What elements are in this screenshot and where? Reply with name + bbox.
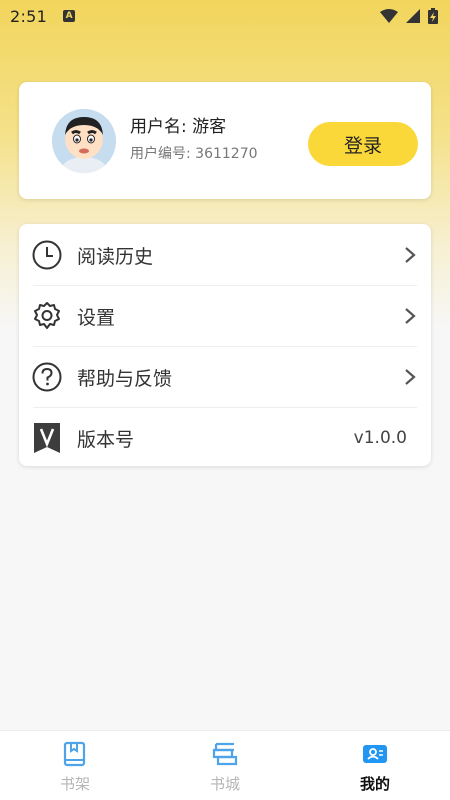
battery-charging-icon [428,8,438,24]
chevron-right-icon [405,247,416,263]
menu-item-reading-history[interactable]: 阅读历史 [19,225,431,285]
chevron-right-icon [405,308,416,324]
nav-label: 书城 [209,775,240,793]
menu-item-help-feedback[interactable]: 帮助与反馈 [19,347,431,407]
version-v-icon [34,423,60,453]
wifi-icon [380,9,398,23]
bottom-nav: 书架 书城 我的 [0,730,450,800]
status-time: 2:51 [10,6,48,26]
signal-icon [406,9,420,23]
menu-item-label: 版本号 [77,428,135,451]
question-icon [32,362,62,392]
menu-item-label: 帮助与反馈 [77,367,173,390]
login-button[interactable]: 登录 [308,122,418,166]
menu-item-label: 阅读历史 [77,245,154,268]
nav-item-bookshelf[interactable]: 书架 [0,731,150,800]
menu-item-label: 设置 [77,306,116,329]
profile-icon [363,745,387,763]
user-id: 用户编号: 3611270 [130,146,258,162]
username: 用户名: 游客 [130,117,227,137]
bookstore-icon [212,742,238,766]
profile-card: 用户名: 游客 用户编号: 3611270 登录 [19,82,431,199]
menu-card: 阅读历史 设置 帮助与反馈 版本号 v1.0.0 [19,224,431,466]
menu-item-version: 版本号 v1.0.0 [19,408,431,468]
nav-item-mine[interactable]: 我的 [300,731,450,800]
chevron-right-icon [405,369,416,385]
version-value: v1.0.0 [353,428,407,448]
status-bar: 2:51 A [0,0,450,32]
avatar[interactable] [52,109,116,173]
status-icons [380,8,438,24]
menu-item-settings[interactable]: 设置 [19,286,431,346]
nav-label: 书架 [59,775,90,793]
nav-item-bookstore[interactable]: 书城 [150,731,300,800]
clock-icon [32,240,62,270]
gear-icon [34,302,60,329]
cartoon-boy-avatar-icon [52,109,116,173]
bookshelf-icon [63,741,86,767]
nav-label: 我的 [359,775,390,793]
status-indicator-icon: A [63,10,76,22]
